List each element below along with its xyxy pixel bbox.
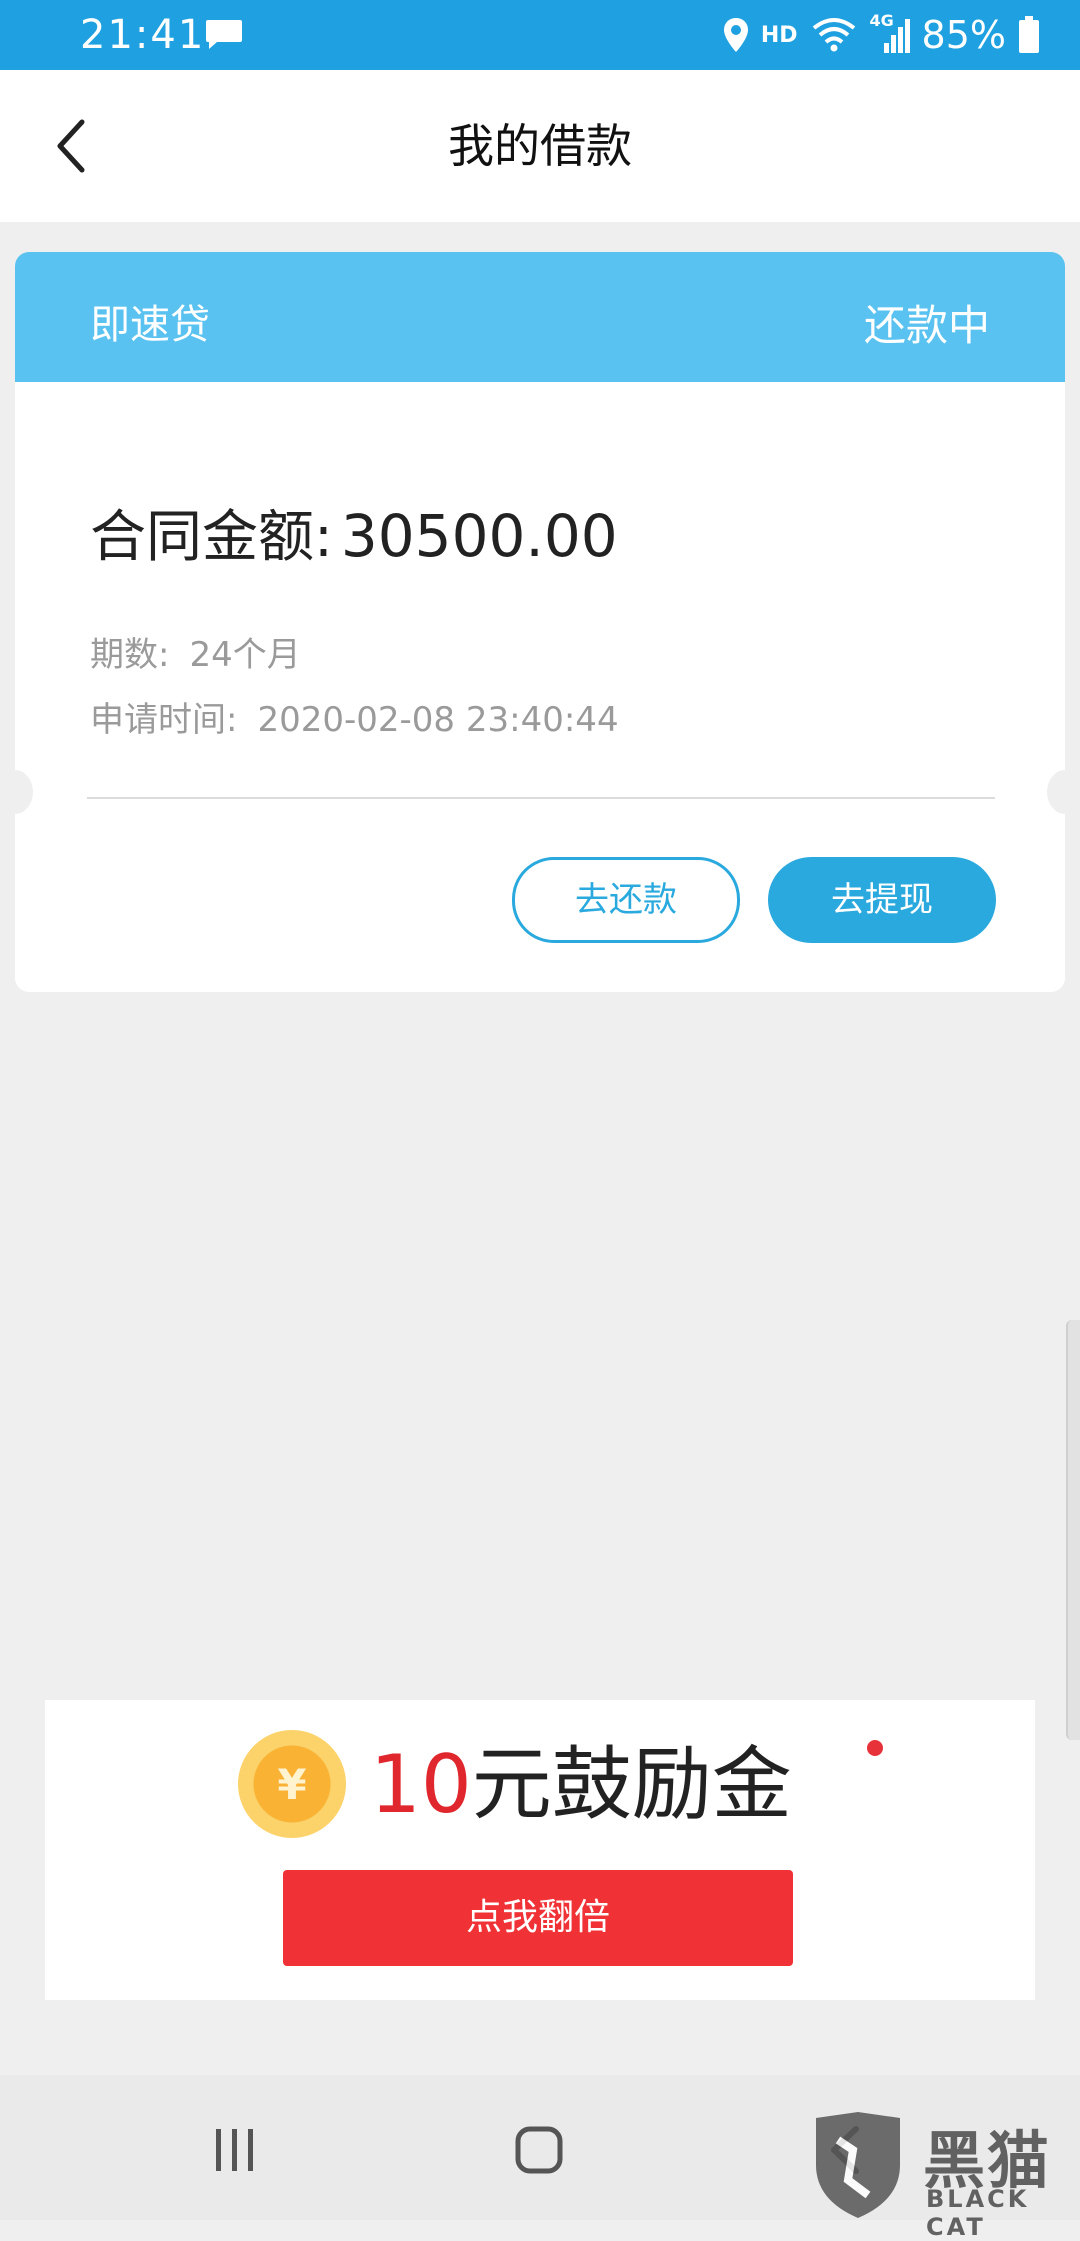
double-bonus-button[interactable]: 点我翻倍 (283, 1870, 793, 1966)
card-notch-left (0, 770, 33, 814)
blackcat-watermark: 黑猫 BLACK CAT (808, 2110, 1080, 2241)
periods-value: 24个月 (189, 635, 301, 675)
card-notch-right (1047, 770, 1080, 814)
recent-apps-button[interactable] (210, 2125, 260, 2175)
withdraw-button[interactable]: 去提现 (768, 857, 996, 943)
status-time: 21:41 (80, 12, 206, 58)
network-hd-label: HD (760, 22, 798, 48)
periods-label: 期数: (90, 635, 170, 675)
apply-time-label: 申请时间: (90, 700, 238, 740)
back-button[interactable] (30, 106, 110, 186)
loan-status: 还款中 (863, 301, 990, 350)
status-bar: 21:41 HD 4G 85% (0, 0, 1080, 70)
blackcat-shield-icon (816, 2112, 900, 2218)
message-icon (206, 20, 242, 49)
contract-amount-label: 合同金额: (90, 505, 333, 570)
page-title: 我的借款 (448, 119, 632, 173)
chevron-left-icon (57, 119, 85, 173)
signal-bars-icon (883, 19, 910, 53)
product-name: 即速贷 (90, 302, 210, 348)
battery-icon (1019, 16, 1039, 53)
title-bar: 我的借款 (0, 70, 1080, 222)
edge-panel-handle[interactable] (1066, 1320, 1080, 1740)
apply-time-row: 申请时间: 2020-02-08 23:40:44 (90, 692, 619, 741)
coin-symbol: ¥ (277, 1759, 307, 1809)
cell-signal: 4G (870, 11, 910, 55)
promo-banner[interactable]: ¥ 10元鼓励金 点我翻倍 (45, 1700, 1035, 2000)
apply-time-value: 2020-02-08 23:40:44 (257, 700, 619, 740)
coin-icon: ¥ (238, 1730, 346, 1838)
status-indicators: HD 4G 85% (723, 10, 1040, 60)
card-divider (87, 797, 995, 799)
promo-title: 10元鼓励金 (370, 1730, 792, 1840)
loan-card-header: 即速贷 还款中 (15, 252, 1065, 392)
battery-percent: 85% (921, 13, 1006, 57)
location-icon (723, 18, 748, 52)
watermark-en: BLACK CAT (926, 2185, 1030, 2241)
home-button[interactable] (514, 2125, 564, 2175)
periods-row: 期数: 24个月 (90, 627, 301, 676)
contract-amount-value: 30500.00 (340, 502, 618, 570)
promo-title-text: 元鼓励金 (471, 1738, 792, 1831)
repay-button[interactable]: 去还款 (512, 857, 740, 943)
scallop-edge (15, 372, 1065, 392)
loan-card: 即速贷 还款中 合同金额: 30500.00 期数: 24个月 申请时间: 2020-… (0, 252, 1080, 992)
contract-amount: 合同金额: 30500.00 (90, 492, 618, 573)
promo-amount: 10 (370, 1738, 472, 1831)
wifi-icon (812, 18, 855, 52)
notification-dot (867, 1740, 883, 1756)
